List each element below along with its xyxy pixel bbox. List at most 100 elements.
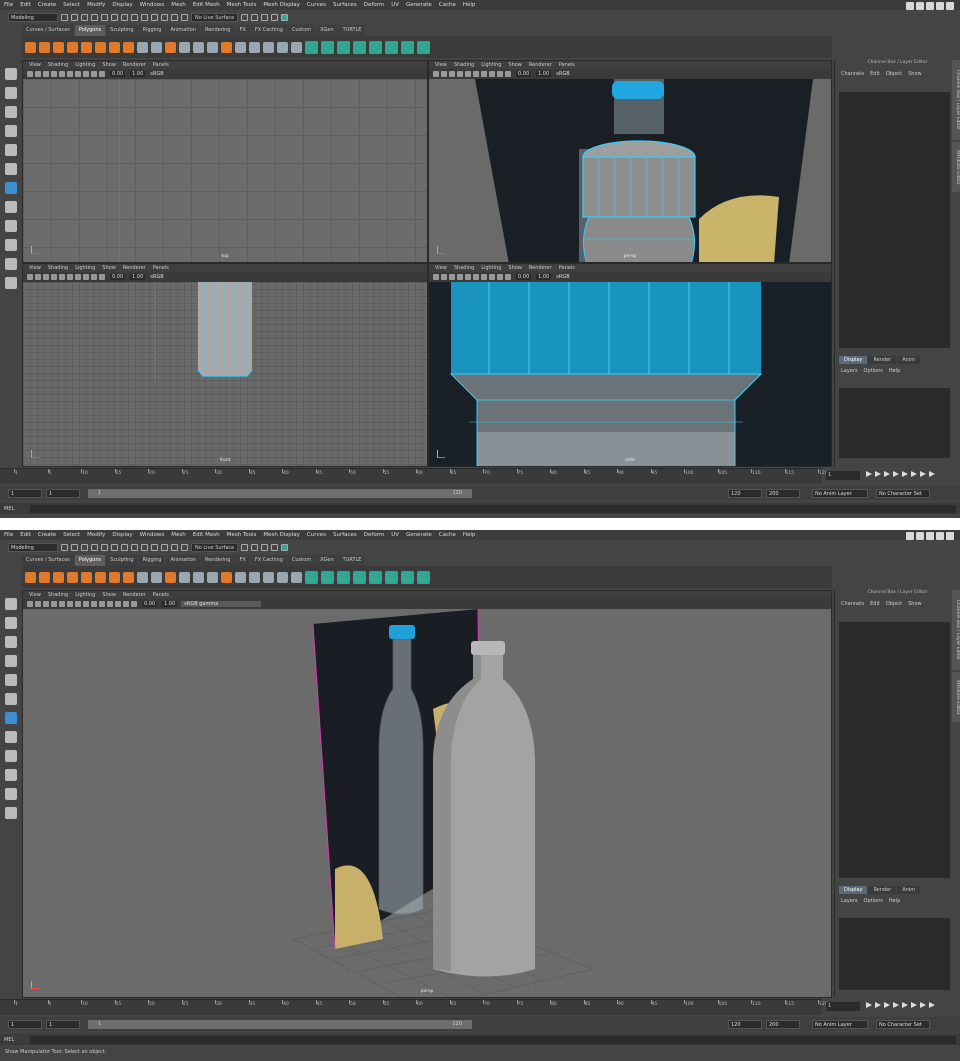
undo-icon[interactable]: [91, 13, 98, 21]
help-menu[interactable]: Help: [889, 368, 900, 374]
layers-menu[interactable]: Layers: [841, 368, 858, 374]
menu-display[interactable]: Display: [112, 2, 132, 8]
render-icon[interactable]: [241, 543, 249, 551]
ipr-icon[interactable]: [251, 13, 259, 21]
multi-cut-icon[interactable]: [291, 41, 302, 53]
menu-mesh-display[interactable]: Mesh Display: [263, 532, 300, 538]
panel-menu-view[interactable]: View: [29, 592, 41, 598]
shelf-tab-polygons[interactable]: Polygons: [74, 555, 106, 566]
bookmark-icon[interactable]: [35, 601, 41, 607]
panel-menu-lighting[interactable]: Lighting: [481, 62, 501, 68]
scale-tool-icon[interactable]: [5, 693, 17, 705]
uv-unfold-icon[interactable]: [417, 570, 430, 584]
insert-loop-icon[interactable]: [277, 571, 288, 583]
range-bar[interactable]: 1 120: [88, 1019, 472, 1029]
max-frame-field[interactable]: 200: [766, 488, 800, 498]
menu-help[interactable]: Help: [463, 2, 476, 8]
bookmark-icon[interactable]: [35, 71, 41, 77]
auto-map-icon[interactable]: [353, 40, 366, 54]
viewport-persp-single[interactable]: View Shading Lighting Show Renderer Pane…: [22, 590, 832, 998]
select-component-icon[interactable]: [131, 543, 138, 551]
panel-menu-shading[interactable]: Shading: [48, 592, 68, 598]
camera-icon[interactable]: [27, 71, 33, 77]
viewport-canvas[interactable]: front: [23, 282, 427, 466]
select-object-icon[interactable]: [121, 543, 128, 551]
panel-menu-lighting[interactable]: Lighting: [75, 592, 95, 598]
select-hierarchy-icon[interactable]: [111, 13, 118, 21]
range-bar[interactable]: 1 120: [88, 488, 472, 498]
modeling-toolkit-icon[interactable]: [281, 543, 289, 551]
cylindrical-map-icon[interactable]: [337, 570, 350, 584]
menu-file[interactable]: File: [4, 2, 13, 8]
channel-box-list[interactable]: [839, 92, 950, 348]
separate-icon[interactable]: [151, 41, 162, 53]
cylindrical-map-icon[interactable]: [337, 40, 350, 54]
mirror-icon[interactable]: [221, 41, 232, 53]
shadow-icon[interactable]: [83, 274, 89, 280]
panel-menu-panels[interactable]: Panels: [153, 62, 169, 68]
anim-layer-field[interactable]: No Anim Layer: [812, 1019, 868, 1029]
menu-windows[interactable]: Windows: [140, 532, 165, 538]
move-tool-icon[interactable]: [5, 125, 17, 137]
open-scene-icon[interactable]: [71, 543, 78, 551]
bool-union-icon[interactable]: [179, 571, 190, 583]
shadow-icon[interactable]: [489, 71, 495, 77]
select-tool-icon[interactable]: [5, 68, 17, 80]
mel-input[interactable]: [30, 1035, 956, 1044]
mode-selector[interactable]: Modeling: [8, 12, 58, 22]
smooth-icon[interactable]: [165, 41, 176, 53]
current-frame-field[interactable]: 1: [826, 1002, 860, 1011]
camera-icon[interactable]: [433, 274, 439, 280]
smooth-shade-icon[interactable]: [59, 274, 65, 280]
light-icon[interactable]: [75, 601, 81, 607]
panel-menu-view[interactable]: View: [29, 62, 41, 68]
texture-icon[interactable]: [67, 71, 73, 77]
redo-icon[interactable]: [101, 543, 108, 551]
shelf-tab-fx[interactable]: FX: [235, 555, 250, 566]
outliner-icon[interactable]: [5, 807, 17, 819]
show-manipulator-icon[interactable]: [5, 712, 17, 724]
panel-menu-lighting[interactable]: Lighting: [75, 265, 95, 271]
shelf-tab-curves[interactable]: Curves / Surfaces: [22, 555, 74, 566]
poly-cone-icon[interactable]: [67, 571, 78, 583]
four-view-icon[interactable]: [5, 220, 17, 232]
panel-menu-view[interactable]: View: [435, 62, 447, 68]
panel-menu-view[interactable]: View: [29, 265, 41, 271]
grid-icon[interactable]: [449, 274, 455, 280]
side-tab-channel-box[interactable]: Channel Box / Layer Editor: [952, 590, 960, 670]
snap-point-icon[interactable]: [161, 13, 168, 21]
poly-cylinder-icon[interactable]: [53, 41, 64, 53]
layout-quad-icon[interactable]: [916, 2, 924, 10]
tab-display[interactable]: Display: [839, 886, 868, 894]
smooth-shade-icon[interactable]: [465, 71, 471, 77]
gamma-field[interactable]: 1.00: [130, 71, 146, 77]
viewport-canvas[interactable]: persp: [429, 79, 831, 262]
side-tab-attribute-editor[interactable]: Attribute Editor: [952, 142, 960, 192]
panel-menu-view[interactable]: View: [435, 265, 447, 271]
options-menu[interactable]: Options: [864, 898, 883, 904]
tab-render[interactable]: Render: [868, 356, 897, 364]
bridge-icon[interactable]: [249, 571, 260, 583]
time-slider[interactable]: 1 5 10 15 20 25 30 35 40 45 50 55 60 65 70 75 80 85 90 95 10…: [0, 468, 828, 484]
layout-quad-icon[interactable]: [916, 532, 924, 540]
menu-generate[interactable]: Generate: [406, 532, 432, 538]
new-scene-icon[interactable]: [61, 13, 68, 21]
menu-mesh-display[interactable]: Mesh Display: [263, 2, 300, 8]
scale-tool-icon[interactable]: [5, 163, 17, 175]
bool-union-icon[interactable]: [179, 41, 190, 53]
menu-select[interactable]: Select: [63, 532, 80, 538]
play-back-icon[interactable]: [893, 1002, 899, 1008]
texture-icon[interactable]: [67, 274, 73, 280]
field-chart-icon[interactable]: [131, 601, 137, 607]
shelf-tab-custom[interactable]: Custom: [287, 555, 316, 566]
go-start-icon[interactable]: [866, 1002, 872, 1008]
menu-cache[interactable]: Cache: [439, 532, 456, 538]
mel-label[interactable]: MEL: [0, 1037, 30, 1043]
layout-single-icon[interactable]: [906, 532, 914, 540]
shelf-tab-sculpting[interactable]: Sculpting: [106, 555, 138, 566]
undo-icon[interactable]: [91, 543, 98, 551]
go-start-icon[interactable]: [866, 471, 872, 477]
persp-graph-icon[interactable]: [5, 258, 17, 270]
panel-menu-lighting[interactable]: Lighting: [75, 62, 95, 68]
rotate-tool-icon[interactable]: [5, 144, 17, 156]
